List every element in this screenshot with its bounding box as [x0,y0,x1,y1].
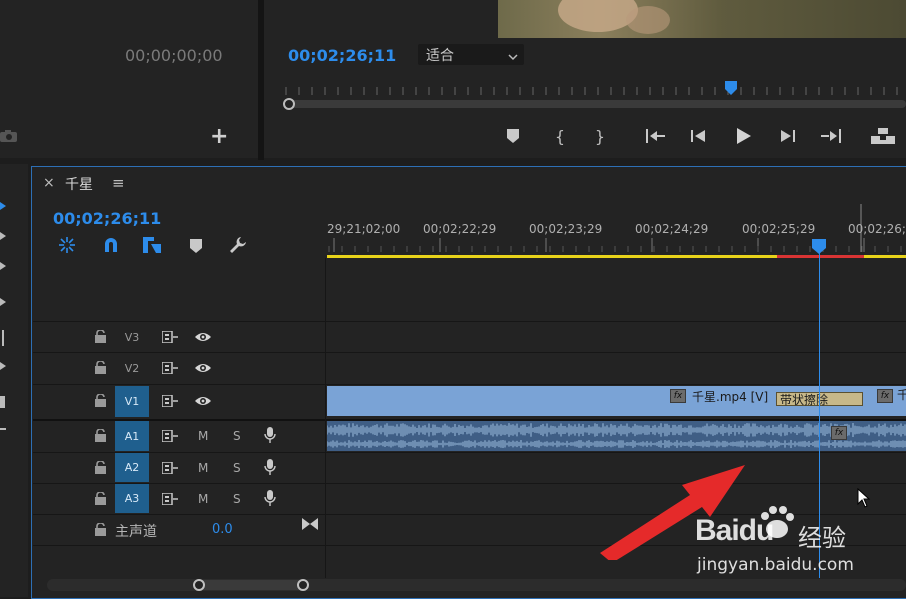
microphone-icon[interactable] [264,490,276,507]
clip-name-next: 千 [897,388,906,402]
sync-lock-icon[interactable] [162,331,178,343]
fx-badge: fx [670,389,686,403]
sequence-tab-title[interactable]: 千星 [65,174,93,194]
header-divider [325,258,326,578]
ruler-label-4: 00;02;25;29 [742,222,816,236]
sync-lock-icon[interactable] [162,462,178,474]
lock-icon[interactable] [95,492,106,505]
step-forward-icon[interactable] [778,127,796,145]
track-name-v3[interactable]: V3 [115,323,149,351]
eye-icon[interactable] [194,331,212,343]
fit-dropdown-value: 适合 [426,48,454,64]
lock-icon[interactable] [95,394,106,407]
master-track-label: 主声道 [115,524,157,540]
solo-button[interactable]: S [233,492,241,506]
timeline-horizontal-scrollbar[interactable] [47,579,906,591]
fx-badge: fx [831,426,847,440]
solo-button[interactable]: S [233,429,241,443]
timeline-playhead-head[interactable] [812,239,826,254]
tools-icons[interactable] [0,190,14,450]
eye-icon[interactable] [194,395,212,407]
mute-button[interactable]: M [198,429,208,443]
camera-icon[interactable] [0,128,18,142]
sync-lock-icon[interactable] [162,395,178,407]
snap-magnet-icon[interactable] [102,236,120,254]
lock-icon[interactable] [95,330,106,343]
fit-dropdown[interactable]: 适合 [418,44,524,65]
render-needed-bar [777,255,864,258]
solo-button[interactable]: S [233,461,241,475]
master-volume-value[interactable]: 0.0 [212,522,233,537]
microphone-icon[interactable] [264,459,276,476]
track-header-a2: A2 M S [35,453,325,483]
scroll-handle-left[interactable] [193,579,205,591]
fx-badge: fx [877,389,893,403]
program-zoom-handle[interactable] [283,98,295,110]
track-header-v1: V1 [35,385,325,418]
ruler-label-3: 00;02;24;29 [635,222,709,236]
sync-lock-icon[interactable] [162,362,178,374]
go-to-in-icon[interactable] [645,127,667,145]
ruler-label-2: 00;02;23;29 [529,222,603,236]
linked-selection-icon[interactable] [142,236,162,254]
watermark-url: jingyan.baidu.com [697,555,854,575]
ruler-label-1: 00;02;22;29 [423,222,497,236]
watermark-product: 经验 [798,524,846,552]
add-button[interactable]: + [210,124,228,149]
timeline-timecode[interactable]: 00;02;26;11 [53,209,161,228]
marker-icon[interactable] [505,127,521,145]
chevron-down-icon [508,47,518,66]
lock-icon[interactable] [95,461,106,474]
nest-sequence-icon[interactable] [58,236,76,254]
scroll-handle-right[interactable] [297,579,309,591]
wrench-icon[interactable] [229,236,247,254]
lock-icon[interactable] [95,429,106,442]
ruler-label-5: 00;02;26; [848,222,906,236]
lift-icon[interactable] [870,126,896,146]
track-header-v2: V2 [35,353,325,383]
mute-button[interactable]: M [198,492,208,506]
track-name-v2[interactable]: V2 [115,354,149,382]
track-name-a1[interactable]: A1 [115,421,149,451]
eye-icon[interactable] [194,362,212,374]
track-name-a3[interactable]: A3 [115,484,149,513]
source-timecode[interactable]: 00;00;00;00 [125,46,223,65]
track-header-a1: A1 M S [35,421,325,451]
scrollbar-thumb[interactable] [195,580,307,590]
program-timecode[interactable]: 00;02;26;11 [288,46,396,65]
lock-icon[interactable] [95,523,106,536]
program-zoom-scrollbar[interactable] [288,100,906,108]
track-name-v1[interactable]: V1 [115,386,149,417]
sync-lock-icon[interactable] [162,430,178,442]
mark-in-icon[interactable]: { [552,126,568,146]
program-playhead[interactable] [725,80,737,95]
close-icon[interactable]: × [43,175,55,191]
program-video-frame [498,0,906,38]
sync-lock-icon[interactable] [162,493,178,505]
step-back-icon[interactable] [690,127,708,145]
lock-icon[interactable] [95,361,106,374]
track-header-master: 主声道 0.0 [35,515,325,545]
play-icon[interactable] [733,126,753,146]
clip-name: 千星.mp4 [V] [692,390,769,404]
mark-out-icon[interactable]: } [592,126,608,146]
mute-button[interactable]: M [198,461,208,475]
track-name-a2[interactable]: A2 [115,453,149,482]
master-output-icon[interactable] [302,518,318,530]
track-header-a3: A3 M S [35,484,325,514]
go-to-out-icon[interactable] [820,127,842,145]
watermark: Baidu 经验 jingyan.baidu.com [695,500,906,580]
program-mini-ruler[interactable] [282,82,906,96]
track-header-v3: V3 [35,322,325,352]
paw-logo-icon [761,506,794,538]
add-marker-icon[interactable] [190,238,202,253]
panel-menu-icon[interactable]: ≡ [112,174,125,192]
microphone-icon[interactable] [264,427,276,444]
ruler-label-0: 00;02;21;29 [327,222,401,236]
